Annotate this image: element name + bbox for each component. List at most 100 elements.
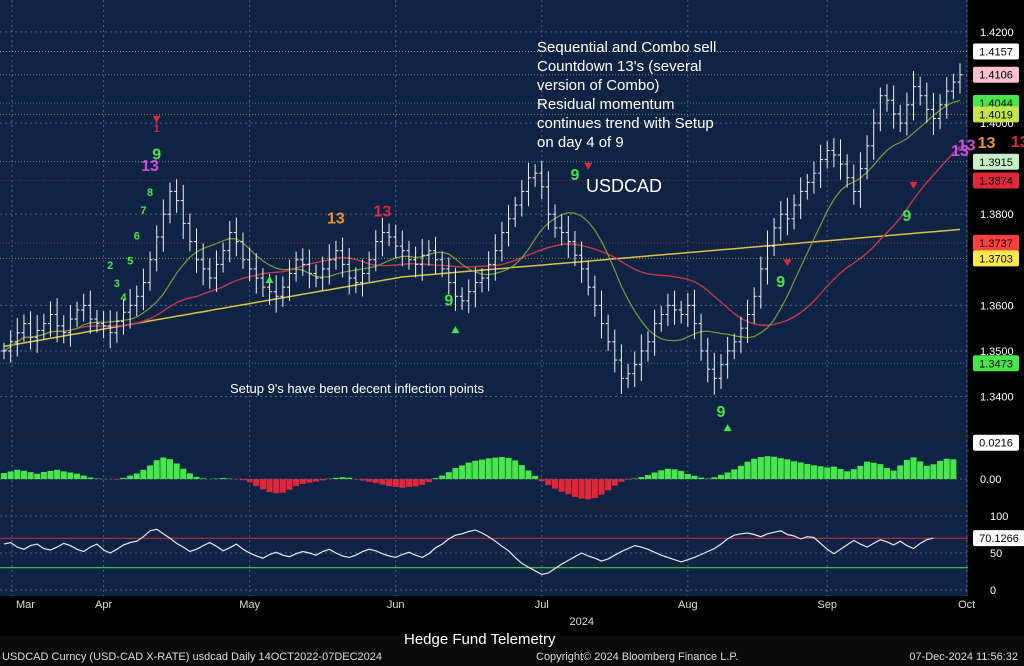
hist-bar bbox=[392, 479, 399, 487]
hist-bar bbox=[34, 473, 41, 480]
hist-bar bbox=[591, 479, 598, 499]
hist-bar bbox=[864, 461, 871, 480]
hist-bar bbox=[412, 479, 419, 487]
hist-bar bbox=[266, 479, 273, 493]
hist-bar bbox=[824, 467, 831, 480]
hist-bar bbox=[764, 456, 771, 480]
td-count-label: 1 bbox=[154, 123, 160, 135]
hist-bar bbox=[850, 469, 857, 480]
rsi-tick: 0 bbox=[990, 585, 996, 597]
price-tag-value: 1.4157 bbox=[979, 47, 1013, 59]
price-tag-value: 1.3737 bbox=[979, 238, 1013, 250]
hist-bar bbox=[698, 477, 705, 480]
hist-bar bbox=[598, 479, 605, 495]
hist-bar bbox=[452, 467, 459, 480]
hist-bar bbox=[465, 462, 472, 480]
hist-bar bbox=[160, 457, 167, 480]
hist-bar bbox=[359, 479, 366, 481]
td-count-label: 5 bbox=[127, 255, 133, 267]
price-tag-value: 1.3703 bbox=[979, 253, 1013, 265]
hist-bar bbox=[379, 479, 386, 485]
hist-bar bbox=[804, 463, 811, 480]
hist-bar bbox=[259, 479, 266, 490]
footer-brand: Hedge Fund Telemetry bbox=[404, 631, 556, 648]
rsi-tick: 100 bbox=[990, 511, 1008, 523]
td-count-label: 2 bbox=[107, 260, 113, 272]
panel-sep-0 bbox=[0, 433, 968, 437]
hist-bar bbox=[472, 460, 479, 480]
hist-bar bbox=[7, 471, 14, 480]
hist-bar bbox=[518, 465, 525, 480]
hist-bar bbox=[40, 472, 47, 480]
panel-sep-1 bbox=[0, 506, 968, 510]
hist-bar bbox=[724, 472, 731, 480]
hist-bar bbox=[293, 479, 300, 487]
month-tick: Sep bbox=[817, 599, 837, 611]
rsi-tick: 50 bbox=[990, 548, 1002, 560]
td-count-label: 9 bbox=[776, 274, 785, 291]
hist-bar bbox=[372, 479, 379, 484]
hist-bar bbox=[605, 479, 612, 491]
hist-bar bbox=[857, 465, 864, 480]
hist-bar bbox=[332, 477, 339, 480]
hist-bar bbox=[684, 474, 691, 480]
hist-bar bbox=[498, 457, 505, 480]
hist-bar bbox=[810, 465, 817, 480]
hist-bar bbox=[791, 461, 798, 480]
hist-bar bbox=[552, 479, 559, 489]
hist-bar bbox=[711, 477, 718, 480]
hist-bar bbox=[14, 469, 21, 480]
hist-bar bbox=[319, 479, 326, 481]
hist-bar bbox=[140, 469, 147, 480]
hist-bar bbox=[339, 477, 346, 480]
hist-bar bbox=[717, 474, 725, 480]
hist-bar bbox=[74, 473, 81, 480]
hist-bar bbox=[432, 478, 439, 480]
hist-bar bbox=[565, 479, 572, 495]
hist-bar bbox=[233, 479, 240, 480]
hist-bar bbox=[625, 479, 632, 480]
month-tick: Mar bbox=[16, 599, 35, 611]
td-count-label: 13 bbox=[1011, 134, 1024, 151]
month-tick: Jun bbox=[387, 599, 405, 611]
hist-bar bbox=[923, 465, 930, 480]
hist-bar bbox=[883, 467, 890, 480]
hist-bar bbox=[950, 459, 957, 480]
hist-bar bbox=[538, 479, 545, 482]
hist-bar bbox=[943, 458, 950, 480]
rsi-current-value: 70.1266 bbox=[979, 533, 1019, 545]
hist-bar bbox=[80, 475, 87, 480]
hist-bar bbox=[618, 479, 625, 482]
hist-bar bbox=[27, 472, 34, 480]
hist-bar bbox=[0, 473, 8, 480]
hist-bar bbox=[558, 479, 565, 492]
hist-bar bbox=[651, 472, 658, 480]
month-tick: Apr bbox=[95, 599, 112, 611]
td-count-label: 7 bbox=[140, 205, 146, 217]
hist-bar bbox=[273, 479, 280, 494]
hist-bar bbox=[830, 466, 837, 480]
td-count-label: 8 bbox=[147, 187, 153, 199]
month-tick: Aug bbox=[678, 599, 698, 611]
hist-bar bbox=[784, 459, 791, 480]
hist-bar bbox=[253, 479, 260, 487]
footer-copyright: Copyright© 2024 Bloomberg Finance L.P. bbox=[536, 651, 739, 663]
hist-bar bbox=[299, 479, 306, 484]
hist-current-value: 0.0216 bbox=[979, 438, 1013, 450]
hist-bar bbox=[93, 478, 100, 480]
hist-bar bbox=[147, 465, 154, 480]
hist-bar bbox=[937, 460, 944, 480]
price-tag-value: 1.3473 bbox=[979, 358, 1013, 370]
td-count-label: 13 bbox=[958, 137, 976, 154]
price-tag-value: 1.3874 bbox=[979, 175, 1013, 187]
hist-bar bbox=[638, 477, 645, 480]
chart-canvas: 1.42001.40001.38001.36001.35001.3400Mar A… bbox=[0, 0, 1024, 636]
hist-bar bbox=[54, 469, 61, 480]
hist-bar bbox=[505, 457, 512, 480]
td-count-label: 13 bbox=[327, 210, 345, 227]
price-tag-value: 1.3915 bbox=[979, 157, 1013, 169]
hist-bar bbox=[492, 457, 499, 480]
hist-bar bbox=[631, 478, 638, 480]
td-count-label: 9 bbox=[570, 167, 579, 184]
hist-bar bbox=[239, 479, 247, 481]
